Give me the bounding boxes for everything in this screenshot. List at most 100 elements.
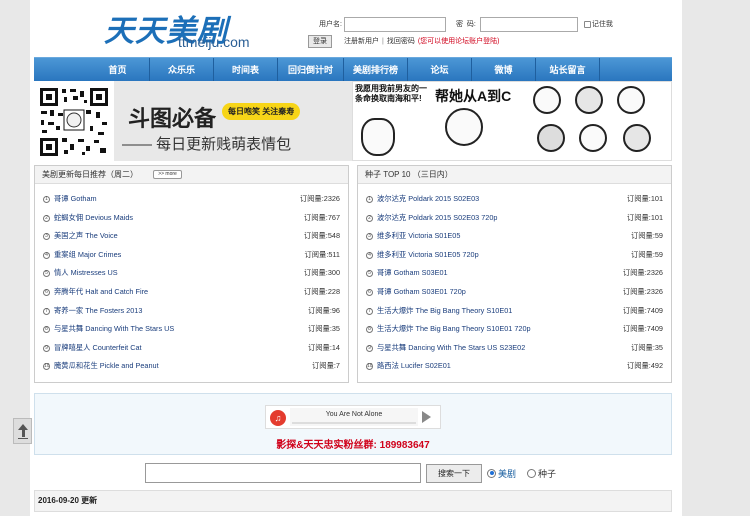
radio-seed-label: 种子 bbox=[538, 468, 557, 479]
list-item[interactable]: 8 生活大爆炸 The Big Bang Theory S10E01 720p 订阅… bbox=[358, 324, 671, 343]
list-item-title[interactable]: 波尔达克 Poldark 2015 S02E03 720p bbox=[377, 213, 497, 223]
music-section: ♫ You Are Not Alone 影探&天天忠实粉丝群: 18998364… bbox=[34, 393, 672, 455]
list-item[interactable]: 6 哥谭 Gotham S03E01 720p 订阅量:2326 bbox=[358, 287, 671, 306]
meme-face-icon bbox=[575, 86, 603, 114]
list-item[interactable]: 1 哥谭 Gotham 订阅量:2326 bbox=[35, 194, 348, 213]
list-number-icon: 1 bbox=[43, 196, 50, 203]
list-item[interactable]: 5 哥谭 Gotham S03E01 订阅量:2326 bbox=[358, 268, 671, 287]
remember-checkbox[interactable] bbox=[583, 20, 591, 28]
radio-meiju-circle[interactable] bbox=[487, 468, 496, 478]
ad-subtitle: —— 每日更新贱萌表情包 bbox=[122, 136, 292, 153]
list-item-count: 订阅量:300 bbox=[303, 268, 340, 278]
meme-collage[interactable]: 我愿用我前男友的一条命换取南海和平! 帮她从A到C bbox=[352, 81, 672, 161]
list-item-count: 订阅量:96 bbox=[307, 305, 340, 315]
list-number-icon: 4 bbox=[366, 251, 373, 259]
list-item-title[interactable]: 奔腾年代 Halt and Catch Fire bbox=[54, 287, 148, 297]
panel-title: 美剧更新每日推荐（周二） bbox=[42, 170, 138, 179]
list-item[interactable]: 6 奔腾年代 Halt and Catch Fire 订阅量:228 bbox=[35, 287, 348, 306]
list-number-icon: 4 bbox=[43, 251, 50, 259]
list-item[interactable]: 7 生活大爆炸 The Big Bang Theory S10E01 订阅量:740… bbox=[358, 306, 671, 325]
nav-item-guestbook[interactable]: 站长留言 bbox=[536, 58, 600, 82]
meme-face-icon bbox=[623, 124, 651, 152]
list-number-icon: 2 bbox=[43, 214, 50, 222]
nav-item-forum[interactable]: 论坛 bbox=[408, 58, 472, 82]
radio-seed-circle[interactable] bbox=[527, 468, 536, 478]
radio-meiju[interactable]: 美剧 bbox=[487, 467, 516, 479]
login-button[interactable]: 登录 bbox=[308, 34, 332, 48]
username-input[interactable] bbox=[344, 16, 446, 32]
list-item[interactable]: 2 波尔达克 Poldark 2015 S02E03 720p 订阅量:101 bbox=[358, 213, 671, 232]
more-button[interactable]: >> more bbox=[153, 170, 182, 179]
register-link[interactable]: 注册新用户 bbox=[344, 36, 379, 46]
main-nav: 首页 众乐乐 时间表 回归倒计时 美剧排行榜 论坛 微博 站长留言 bbox=[34, 57, 672, 82]
list-item-title[interactable]: 维多利亚 Victoria S01E05 720p bbox=[377, 250, 479, 260]
radio-seed[interactable]: 种子 bbox=[527, 467, 556, 479]
nav-item-ranking[interactable]: 美剧排行榜 bbox=[344, 58, 408, 82]
list-item[interactable]: 10 路西法 Lucifer S02E01 订阅量:492 bbox=[358, 361, 671, 380]
ad-tag: 每日咆笑 关注秦寿 bbox=[222, 103, 301, 120]
meme-face-icon bbox=[361, 118, 395, 156]
music-player[interactable]: ♫ You Are Not Alone bbox=[265, 405, 441, 429]
list-item-title[interactable]: 哥谭 Gotham S03E01 bbox=[377, 268, 448, 278]
list-item[interactable]: 9 冒牌嘻星人 Counterfeit Cat 订阅量:14 bbox=[35, 343, 348, 362]
list-number-icon: 6 bbox=[366, 289, 373, 296]
list-item-title[interactable]: 与星共舞 Dancing With The Stars US bbox=[54, 324, 174, 334]
list-item-count: 订阅量:14 bbox=[307, 342, 340, 352]
search-button[interactable]: 搜索一下 bbox=[426, 464, 482, 483]
progress-bar[interactable] bbox=[292, 422, 416, 424]
list-item[interactable]: 1 波尔达克 Poldark 2015 S02E03 订阅量:101 bbox=[358, 194, 671, 213]
list-item-count: 订阅量:2326 bbox=[622, 268, 663, 278]
link-separator: | bbox=[382, 37, 384, 45]
list-item-title[interactable]: 路西法 Lucifer S02E01 bbox=[377, 361, 451, 371]
list-number-icon: 1 bbox=[366, 196, 373, 203]
nav-item-schedule[interactable]: 时间表 bbox=[214, 58, 278, 82]
arrow-up-icon-stem bbox=[21, 430, 25, 437]
list-item-title[interactable]: 哥谭 Gotham S03E01 720p bbox=[377, 287, 466, 297]
list-item-title[interactable]: 维多利亚 Victoria S01E05 bbox=[377, 231, 460, 241]
update-list-header bbox=[35, 511, 671, 515]
list-item-title[interactable]: 寄养一家 The Fosters 2013 bbox=[54, 306, 142, 316]
list-item-title[interactable]: 蛇蝎女佣 Devious Maids bbox=[54, 213, 133, 223]
meme-face-icon bbox=[617, 86, 645, 114]
list-item[interactable]: 5 情人 Mistresses US 订阅量:300 bbox=[35, 268, 348, 287]
list-item-title[interactable]: 波尔达克 Poldark 2015 S02E03 bbox=[377, 194, 479, 204]
list-item[interactable]: 4 重案组 Major Crimes 订阅量:511 bbox=[35, 250, 348, 269]
password-input[interactable] bbox=[479, 16, 578, 32]
list-item-count: 订阅量:548 bbox=[303, 231, 340, 241]
list-item-title[interactable]: 重案组 Major Crimes bbox=[54, 250, 121, 260]
list-item-title[interactable]: 情人 Mistresses US bbox=[54, 268, 118, 278]
list-item-count: 订阅量:59 bbox=[630, 231, 663, 241]
ad-banner[interactable]: 斗图必备 每日咆笑 关注秦寿 —— 每日更新贱萌表情包 我愿用我前男友的一条命换… bbox=[34, 81, 672, 161]
list-number-icon: 9 bbox=[43, 344, 50, 352]
list-item-title[interactable]: 生活大爆炸 The Big Bang Theory S10E01 720p bbox=[377, 324, 531, 334]
find-password-link[interactable]: 找回密码 bbox=[387, 36, 415, 46]
nav-item-zhonglele[interactable]: 众乐乐 bbox=[150, 58, 214, 82]
list-item[interactable]: 2 蛇蝎女佣 Devious Maids 订阅量:767 bbox=[35, 213, 348, 232]
list-item[interactable]: 3 美国之声 The Voice 订阅量:548 bbox=[35, 231, 348, 250]
list-number-icon: 8 bbox=[43, 326, 50, 334]
list-item-title[interactable]: 冒牌嘻星人 Counterfeit Cat bbox=[54, 343, 142, 353]
list-item[interactable]: 7 寄养一家 The Fosters 2013 订阅量:96 bbox=[35, 306, 348, 325]
list-item-title[interactable]: 生活大爆炸 The Big Bang Theory S10E01 bbox=[377, 306, 512, 316]
list-number-icon: 2 bbox=[366, 214, 373, 222]
list-item-title[interactable]: 腌黄瓜和花生 Pickle and Peanut bbox=[54, 361, 159, 371]
list-item-title[interactable]: 哥谭 Gotham bbox=[54, 194, 97, 204]
ad-meme-promo[interactable]: 斗图必备 每日咆笑 关注秦寿 —— 每日更新贱萌表情包 bbox=[114, 81, 352, 161]
list-item-count: 订阅量:7409 bbox=[622, 324, 663, 334]
list-item[interactable]: 9 与星共舞 Dancing With The Stars US S23E02 订阅… bbox=[358, 343, 671, 362]
nav-item-weibo[interactable]: 微博 bbox=[472, 58, 536, 82]
list-item[interactable]: 8 与星共舞 Dancing With The Stars US 订阅量:35 bbox=[35, 324, 348, 343]
back-to-top-button[interactable] bbox=[13, 418, 32, 444]
list-number-icon: 10 bbox=[43, 363, 50, 371]
list-item-title[interactable]: 美国之声 The Voice bbox=[54, 231, 118, 241]
nav-item-countdown[interactable]: 回归倒计时 bbox=[278, 58, 344, 82]
play-icon[interactable] bbox=[422, 411, 431, 423]
list-item-title[interactable]: 与星共舞 Dancing With The Stars US S23E02 bbox=[377, 343, 525, 353]
list-item[interactable]: 10 腌黄瓜和花生 Pickle and Peanut 订阅量:7 bbox=[35, 361, 348, 380]
list-item[interactable]: 4 维多利亚 Victoria S01E05 720p 订阅量:59 bbox=[358, 250, 671, 269]
search-input[interactable] bbox=[145, 463, 421, 483]
list-item[interactable]: 3 维多利亚 Victoria S01E05 订阅量:59 bbox=[358, 231, 671, 250]
site-logo-domain[interactable]: ttmeiju.com bbox=[178, 34, 250, 50]
qr-code-image bbox=[38, 86, 110, 158]
nav-item-home[interactable]: 首页 bbox=[86, 58, 150, 82]
